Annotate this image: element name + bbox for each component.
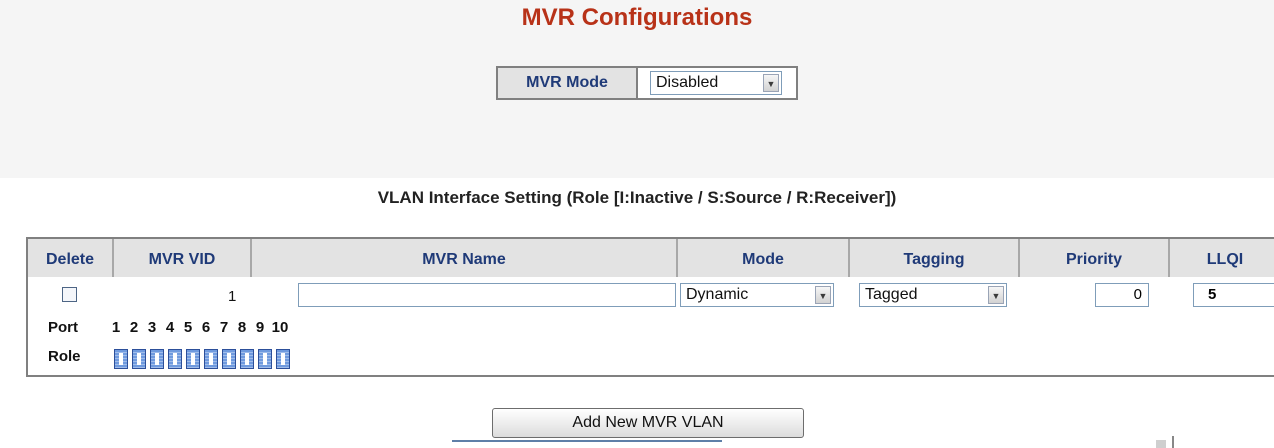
role-button[interactable] [186,349,200,369]
mvr-name-input[interactable] [298,283,676,307]
role-button[interactable] [240,349,254,369]
mode-value: Dynamic [686,286,749,303]
role-button[interactable] [258,349,272,369]
port-number: 10 [271,319,289,336]
header-priority: Priority [1020,239,1170,277]
mvr-vid-value: 1 [228,288,237,305]
port-number: 5 [183,319,193,336]
header-mvr-vid: MVR VID [114,239,252,277]
mvr-vlan-table: Delete MVR VID MVR Name Mode Tagging Pri… [26,237,1274,377]
role-row-label: Role [48,348,81,365]
role-button[interactable] [168,349,182,369]
port-number: 7 [219,319,229,336]
header-mvr-name: MVR Name [252,239,678,277]
mvr-mode-box: MVR Mode Disabled ▼ [496,66,798,100]
role-button[interactable] [150,349,164,369]
mvr-mode-select[interactable]: Disabled ▼ [650,71,782,95]
port-number: 1 [111,319,121,336]
decorative-underline [452,440,722,442]
header-llqi: LLQI [1170,239,1274,277]
role-button[interactable] [204,349,218,369]
role-button[interactable] [114,349,128,369]
add-new-mvr-vlan-button[interactable]: Add New MVR VLAN [492,408,804,438]
role-button[interactable] [132,349,146,369]
role-button[interactable] [276,349,290,369]
page-title: MVR Configurations [521,4,753,31]
mode-select[interactable]: Dynamic ▼ [680,283,834,307]
port-number: 8 [237,319,247,336]
chevron-down-icon[interactable]: ▼ [815,286,831,304]
port-number: 2 [129,319,139,336]
mvr-mode-label: MVR Mode [498,68,638,98]
role-button[interactable] [222,349,236,369]
delete-checkbox[interactable] [62,287,77,302]
port-row-label: Port [48,319,78,336]
port-number: 4 [165,319,175,336]
llqi-input[interactable]: 5 [1193,283,1274,307]
mvr-mode-value: Disabled [656,74,719,91]
decorative-divider [1172,436,1174,448]
chevron-down-icon[interactable]: ▼ [988,286,1004,304]
section-subtitle: VLAN Interface Setting (Role [I:Inactive… [377,188,897,207]
chevron-down-icon[interactable]: ▼ [763,74,779,92]
port-number: 9 [255,319,265,336]
decorative-block [1156,440,1166,448]
header-tagging: Tagging [850,239,1020,277]
tagging-value: Tagged [865,286,918,303]
header-mode: Mode [678,239,850,277]
port-number: 6 [201,319,211,336]
header-delete: Delete [28,239,114,277]
priority-input[interactable]: 0 [1095,283,1149,307]
tagging-select[interactable]: Tagged ▼ [859,283,1007,307]
port-number: 3 [147,319,157,336]
